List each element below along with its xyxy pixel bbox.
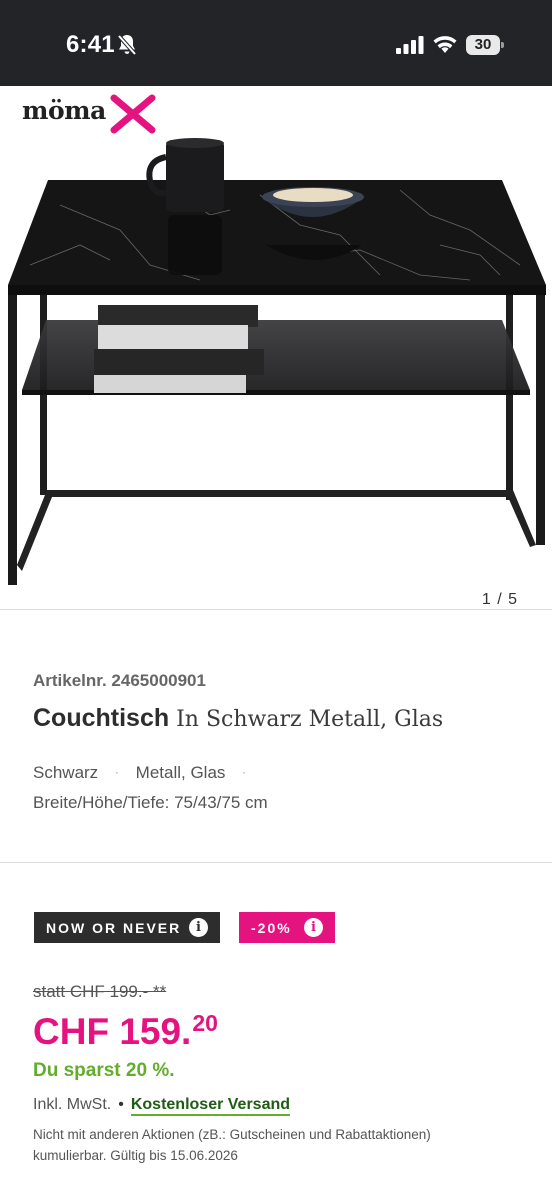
discount-badge[interactable]: -20% i bbox=[239, 912, 335, 943]
attribute-material: Metall, Glas bbox=[135, 763, 226, 782]
promo-disclaimer: Nicht mit anderen Aktionen (zB.: Gutsche… bbox=[33, 1127, 431, 1163]
old-price: statt CHF 199.- ** bbox=[33, 982, 167, 1001]
article-number: Artikelnr. 2465000901 bbox=[33, 671, 206, 690]
battery-level: 30 bbox=[466, 35, 500, 55]
status-bar: 6:41 30 bbox=[0, 0, 552, 86]
gallery-counter: 1 / 5 bbox=[481, 591, 518, 608]
product-image[interactable] bbox=[0, 135, 552, 595]
savings-text: Du sparst 20 %. bbox=[33, 1060, 175, 1081]
free-shipping-link[interactable]: Kostenloser Versand bbox=[130, 1096, 291, 1116]
mommax-logo[interactable]: möma bbox=[22, 94, 156, 134]
attribute-separator: · bbox=[242, 765, 247, 779]
status-time: 6:41 bbox=[66, 31, 115, 58]
product-attributes: Schwarz · Metall, Glas · bbox=[33, 763, 258, 783]
battery-nub bbox=[501, 42, 504, 48]
divider bbox=[0, 862, 552, 863]
logo-text: möma bbox=[22, 96, 106, 125]
divider bbox=[0, 609, 552, 610]
tax-note: Inkl. MwSt. bbox=[33, 1096, 112, 1113]
bell-slash-icon bbox=[117, 34, 137, 56]
price-main: CHF 159. bbox=[33, 1011, 192, 1052]
tax-shipping-line: Inkl. MwSt. • Kostenloser Versand bbox=[33, 1096, 291, 1116]
signal-icon bbox=[396, 36, 424, 54]
product-title: Couchtisch In Schwarz Metall, Glas bbox=[33, 704, 443, 733]
current-price: CHF 159.20 bbox=[33, 1010, 218, 1053]
product-title-rest: In Schwarz Metall, Glas bbox=[169, 707, 444, 732]
battery-indicator: 30 bbox=[466, 35, 504, 55]
bullet-separator: • bbox=[118, 1096, 124, 1113]
now-or-never-badge[interactable]: NOW OR NEVER i bbox=[34, 912, 220, 943]
attribute-separator: · bbox=[114, 765, 119, 779]
now-or-never-label: NOW OR NEVER bbox=[46, 919, 182, 936]
attribute-color: Schwarz bbox=[33, 763, 99, 782]
product-dimensions: Breite/Höhe/Tiefe: 75/43/75 cm bbox=[33, 793, 268, 812]
price-cents: 20 bbox=[192, 1010, 218, 1036]
discount-label: -20% bbox=[251, 919, 292, 936]
info-icon[interactable]: i bbox=[304, 918, 323, 937]
product-title-bold: Couchtisch bbox=[33, 704, 170, 732]
wifi-icon bbox=[433, 36, 457, 53]
logo-x-mark bbox=[110, 94, 156, 134]
info-icon[interactable]: i bbox=[189, 918, 208, 937]
